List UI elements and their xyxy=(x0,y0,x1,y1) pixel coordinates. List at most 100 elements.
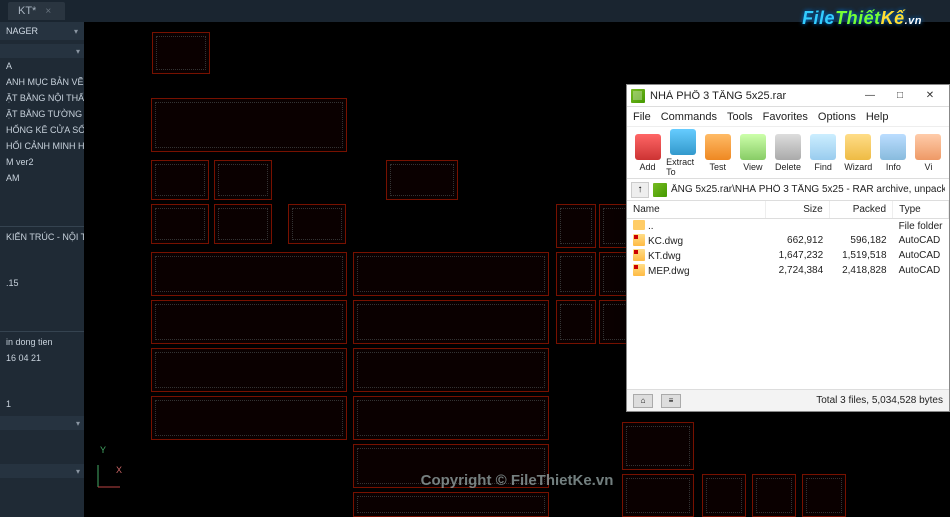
toolbar-vi-button[interactable]: Vi xyxy=(912,134,945,172)
menubar: File Commands Tools Favorites Options He… xyxy=(627,107,949,127)
view-icon xyxy=(740,134,766,160)
cad-sheet xyxy=(353,396,549,440)
panel-collapse[interactable]: ▾ xyxy=(0,464,84,478)
menu-help[interactable]: Help xyxy=(866,111,889,123)
tree-item[interactable]: ANH MỤC BẢN VẼ xyxy=(0,74,84,90)
wizard-icon xyxy=(845,134,871,160)
menu-favorites[interactable]: Favorites xyxy=(763,111,808,123)
toolbar-label: Add xyxy=(640,162,656,172)
test-icon xyxy=(705,134,731,160)
archive-icon xyxy=(653,183,667,197)
toolbar-label: Find xyxy=(814,162,832,172)
menu-tools[interactable]: Tools xyxy=(727,111,753,123)
chevron-down-icon: ▾ xyxy=(76,467,80,476)
menu-options[interactable]: Options xyxy=(818,111,856,123)
cad-sheet xyxy=(353,492,549,517)
panel-collapse[interactable]: ▾ xyxy=(0,416,84,430)
winrar-icon xyxy=(631,89,645,103)
status-text: Total 3 files, 5,034,528 bytes xyxy=(689,395,943,406)
col-size[interactable]: Size xyxy=(766,201,829,219)
find-icon xyxy=(810,134,836,160)
archive-path[interactable]: ẦNG 5x25.rar\NHÀ PHỐ 3 TẦNG 5x25 - RAR a… xyxy=(671,184,945,195)
toolbar-label: Test xyxy=(710,162,727,172)
toolbar-test-button[interactable]: Test xyxy=(701,134,734,172)
tree-item[interactable]: M ver2 xyxy=(0,154,84,170)
document-tab[interactable]: KT* × xyxy=(8,2,65,20)
tree-item[interactable]: 16 04 21 xyxy=(0,350,84,366)
cad-sheet xyxy=(151,98,347,152)
titlebar[interactable]: NHÀ PHỐ 3 TẦNG 5x25.rar — □ ✕ xyxy=(627,85,949,107)
maximize-button[interactable]: □ xyxy=(885,86,915,106)
panel-collapse[interactable]: ▾ xyxy=(0,44,84,58)
toolbar: Add Extract To Test View Delete Find Wizard Inf… xyxy=(627,127,949,179)
tree-item[interactable]: in dong tien xyxy=(0,334,84,350)
toolbar-view-button[interactable]: View xyxy=(736,134,769,172)
statusbar: ⌂ ≡ Total 3 files, 5,034,528 bytes xyxy=(627,389,949,411)
cad-sheet xyxy=(151,252,347,296)
file-row[interactable]: KC.dwg662,912596,182AutoCAD xyxy=(627,233,949,248)
toolbar-label: View xyxy=(743,162,762,172)
cad-sheet xyxy=(556,300,596,344)
col-name[interactable]: Name xyxy=(627,201,766,219)
cad-sheet xyxy=(353,300,549,344)
file-row[interactable]: MEP.dwg2,724,3842,418,828AutoCAD xyxy=(627,263,949,278)
tree-item[interactable]: 1 xyxy=(0,396,84,412)
window-title: NHÀ PHỐ 3 TẦNG 5x25.rar xyxy=(650,90,855,102)
winrar-window: NHÀ PHỐ 3 TẦNG 5x25.rar — □ ✕ File Comma… xyxy=(626,84,950,412)
cad-sheet xyxy=(151,204,209,244)
dwg-file-icon xyxy=(633,264,645,276)
dwg-file-icon xyxy=(633,249,645,261)
cad-sheet xyxy=(353,252,549,296)
toolbar-delete-button[interactable]: Delete xyxy=(771,134,804,172)
pathbar: ↑ ẦNG 5x25.rar\NHÀ PHỐ 3 TẦNG 5x25 - RAR… xyxy=(627,179,949,201)
tree-item[interactable]: KIẾN TRÚC - NỘI T xyxy=(0,229,84,245)
dwg-file-icon xyxy=(633,234,645,246)
cad-sheet xyxy=(353,348,549,392)
tree-item[interactable]: ẶT BẰNG TƯỜNG XÂ xyxy=(0,106,84,122)
drive-icon[interactable]: ≡ xyxy=(661,394,681,408)
toolbar-extract-to-button[interactable]: Extract To xyxy=(666,129,699,177)
panel-title-label: NAGER xyxy=(6,26,38,36)
info-icon xyxy=(880,134,906,160)
tree-item[interactable]: A xyxy=(0,58,84,74)
ucs-y-label: Y xyxy=(100,445,106,455)
close-icon[interactable]: × xyxy=(45,6,51,17)
vi-icon xyxy=(915,134,941,160)
add-icon xyxy=(635,134,661,160)
up-button[interactable]: ↑ xyxy=(631,182,649,198)
toolbar-label: Wizard xyxy=(844,162,872,172)
tree-item[interactable]: .15 xyxy=(0,275,84,291)
drive-icon[interactable]: ⌂ xyxy=(633,394,653,408)
folder-icon xyxy=(633,220,645,230)
file-list: Name Size Packed Type ..File folderKC.dw… xyxy=(627,201,949,387)
col-packed[interactable]: Packed xyxy=(829,201,892,219)
site-logo: FileThiếtKế.vn xyxy=(802,8,922,29)
toolbar-label: Vi xyxy=(925,162,933,172)
cad-sheet xyxy=(622,422,694,470)
extract-to-icon xyxy=(670,129,696,155)
tab-label: KT* xyxy=(18,5,36,17)
delete-icon xyxy=(775,134,801,160)
chevron-down-icon: ▾ xyxy=(76,419,80,428)
tree-item[interactable]: AM xyxy=(0,170,84,186)
panel-title[interactable]: NAGER ▾ xyxy=(0,22,84,40)
tree-item[interactable]: HỐI CẢNH MINH HỌ xyxy=(0,138,84,154)
tree-item[interactable]: ẶT BẰNG NỘI THẤT xyxy=(0,90,84,106)
cad-sheet xyxy=(556,252,596,296)
cad-sheet xyxy=(556,204,596,248)
toolbar-info-button[interactable]: Info xyxy=(877,134,910,172)
toolbar-wizard-button[interactable]: Wizard xyxy=(842,134,875,172)
col-type[interactable]: Type xyxy=(893,201,949,219)
cad-sheet xyxy=(151,348,347,392)
tree-item[interactable]: HỐNG KÊ CỬA SỔ xyxy=(0,122,84,138)
chevron-down-icon: ▾ xyxy=(76,47,80,56)
toolbar-find-button[interactable]: Find xyxy=(807,134,840,172)
file-row[interactable]: ..File folder xyxy=(627,219,949,234)
toolbar-add-button[interactable]: Add xyxy=(631,134,664,172)
minimize-button[interactable]: — xyxy=(855,86,885,106)
menu-commands[interactable]: Commands xyxy=(661,111,717,123)
file-row[interactable]: KT.dwg1,647,2321,519,518AutoCAD xyxy=(627,248,949,263)
menu-file[interactable]: File xyxy=(633,111,651,123)
close-button[interactable]: ✕ xyxy=(915,86,945,106)
cad-sheet xyxy=(214,160,272,200)
